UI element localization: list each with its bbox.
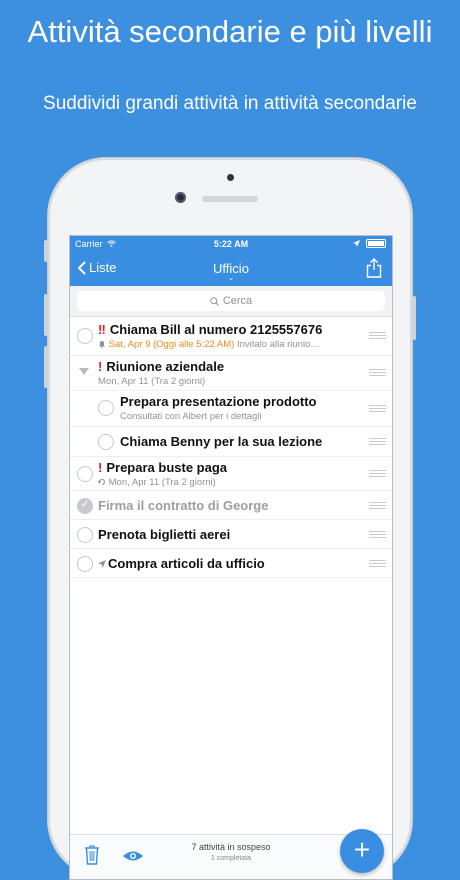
drag-handle-icon[interactable]: [369, 369, 386, 378]
task-checkbox[interactable]: [77, 466, 93, 482]
disclosure-triangle-icon[interactable]: [79, 368, 89, 375]
task-title: Prenota biglietti aerei: [98, 527, 231, 542]
task-title: Chiama Benny per la sua lezione: [120, 434, 323, 449]
location-arrow-icon: [353, 240, 360, 247]
task-title-text: Prepara buste paga: [106, 460, 227, 475]
search-bar-container: Cerca: [70, 286, 392, 317]
drag-handle-icon[interactable]: [369, 531, 386, 540]
bell-icon: [99, 341, 105, 349]
drag-handle-icon[interactable]: [369, 470, 386, 479]
nav-bar: Liste Ufficio ⌄: [70, 252, 392, 286]
phone-volume-up: [44, 294, 48, 336]
chevron-down-icon: ⌄: [228, 275, 234, 282]
task-title: Prepara presentazione prodotto: [120, 394, 317, 409]
app-screen: Carrier 5:22 AM Liste Ufficio ⌄ Cerca ‼ …: [69, 235, 393, 880]
phone-power-button: [412, 296, 416, 340]
task-subtitle: Mon, Apr 11 (Tra 2 giorni): [97, 477, 216, 488]
task-row[interactable]: Prenota biglietti aerei: [70, 520, 392, 549]
plus-icon: +: [353, 834, 371, 865]
drag-handle-icon[interactable]: [369, 502, 386, 511]
phone-volume-down: [44, 346, 48, 388]
task-title: Compra articoli da ufficio: [98, 556, 265, 571]
task-note: Invitalo alla riunio…: [236, 339, 320, 350]
phone-speaker: [202, 196, 258, 202]
phone-mute-switch: [44, 240, 48, 262]
task-subtitle: Mon, Apr 11 (Tra 2 giorni): [98, 376, 206, 387]
task-row[interactable]: Firma il contratto di George: [70, 491, 392, 520]
promo-headline: Attività secondarie e più livelli: [27, 14, 433, 49]
task-checkbox[interactable]: [98, 400, 114, 416]
task-row[interactable]: ! Prepara buste paga Mon, Apr 11 (Tra 2 g…: [70, 457, 392, 491]
task-title-text: Chiama Bill al numero 2125557676: [109, 322, 323, 337]
phone-camera: [175, 192, 186, 203]
repeat-icon: [97, 478, 106, 486]
task-title: ‼ Chiama Bill al numero 2125557676: [98, 322, 322, 337]
task-subtitle-text: Mon, Apr 11 (Tra 2 giorni): [108, 477, 216, 488]
task-subtitle: Sat, Apr 9 (Oggi alle 5:22 AM) Invitalo …: [98, 339, 320, 350]
task-subtitle: Consultati con Albert per i dettagli: [120, 411, 262, 422]
drag-handle-icon[interactable]: [369, 560, 386, 569]
task-checkbox[interactable]: [77, 527, 93, 543]
task-title-text: Compra articoli da ufficio: [108, 556, 265, 571]
promo-subheadline: Suddividi grandi attività in attività se…: [43, 93, 417, 114]
task-checkbox[interactable]: [77, 556, 93, 572]
search-placeholder: Cerca: [222, 295, 253, 307]
task-list: ‼ Chiama Bill al numero 2125557676 Sat, A…: [70, 317, 392, 578]
battery-icon: [366, 239, 386, 248]
task-checkbox-checked[interactable]: [77, 498, 93, 514]
share-button[interactable]: [366, 258, 382, 283]
priority-marker: ‼: [98, 322, 106, 337]
task-title-text: Riunione aziendale: [106, 359, 225, 374]
search-icon: [210, 296, 219, 306]
status-right: [353, 239, 386, 248]
task-checkbox[interactable]: [77, 328, 93, 344]
share-icon: [366, 258, 382, 278]
add-task-button[interactable]: +: [340, 829, 384, 873]
priority-marker: !: [98, 460, 103, 475]
subtask-row[interactable]: Chiama Benny per la sua lezione: [70, 427, 392, 457]
status-time: 5:22 AM: [213, 239, 249, 249]
priority-marker: !: [98, 359, 103, 374]
search-input[interactable]: Cerca: [77, 291, 385, 311]
location-arrow-icon: [98, 560, 106, 568]
status-bar: Carrier 5:22 AM: [70, 236, 392, 252]
task-row[interactable]: Compra articoli da ufficio: [70, 549, 392, 578]
phone-frame: Carrier 5:22 AM Liste Ufficio ⌄ Cerca ‼ …: [44, 158, 416, 880]
drag-handle-icon[interactable]: [369, 332, 386, 341]
task-title: ! Riunione aziendale: [98, 359, 224, 374]
subtask-row[interactable]: Prepara presentazione prodotto Consultat…: [70, 391, 392, 427]
drag-handle-icon[interactable]: [369, 405, 386, 414]
phone-sensor: [227, 174, 234, 181]
task-checkbox[interactable]: [98, 434, 114, 450]
alarm-text: Sat, Apr 9 (Oggi alle 5:22 AM): [108, 339, 235, 350]
task-title: ! Prepara buste paga: [98, 460, 227, 475]
task-row[interactable]: ‼ Chiama Bill al numero 2125557676 Sat, A…: [70, 317, 392, 356]
drag-handle-icon[interactable]: [369, 438, 386, 447]
task-row[interactable]: ! Riunione aziendale Mon, Apr 11 (Tra 2 g…: [70, 356, 392, 391]
task-title: Firma il contratto di George: [98, 498, 269, 513]
